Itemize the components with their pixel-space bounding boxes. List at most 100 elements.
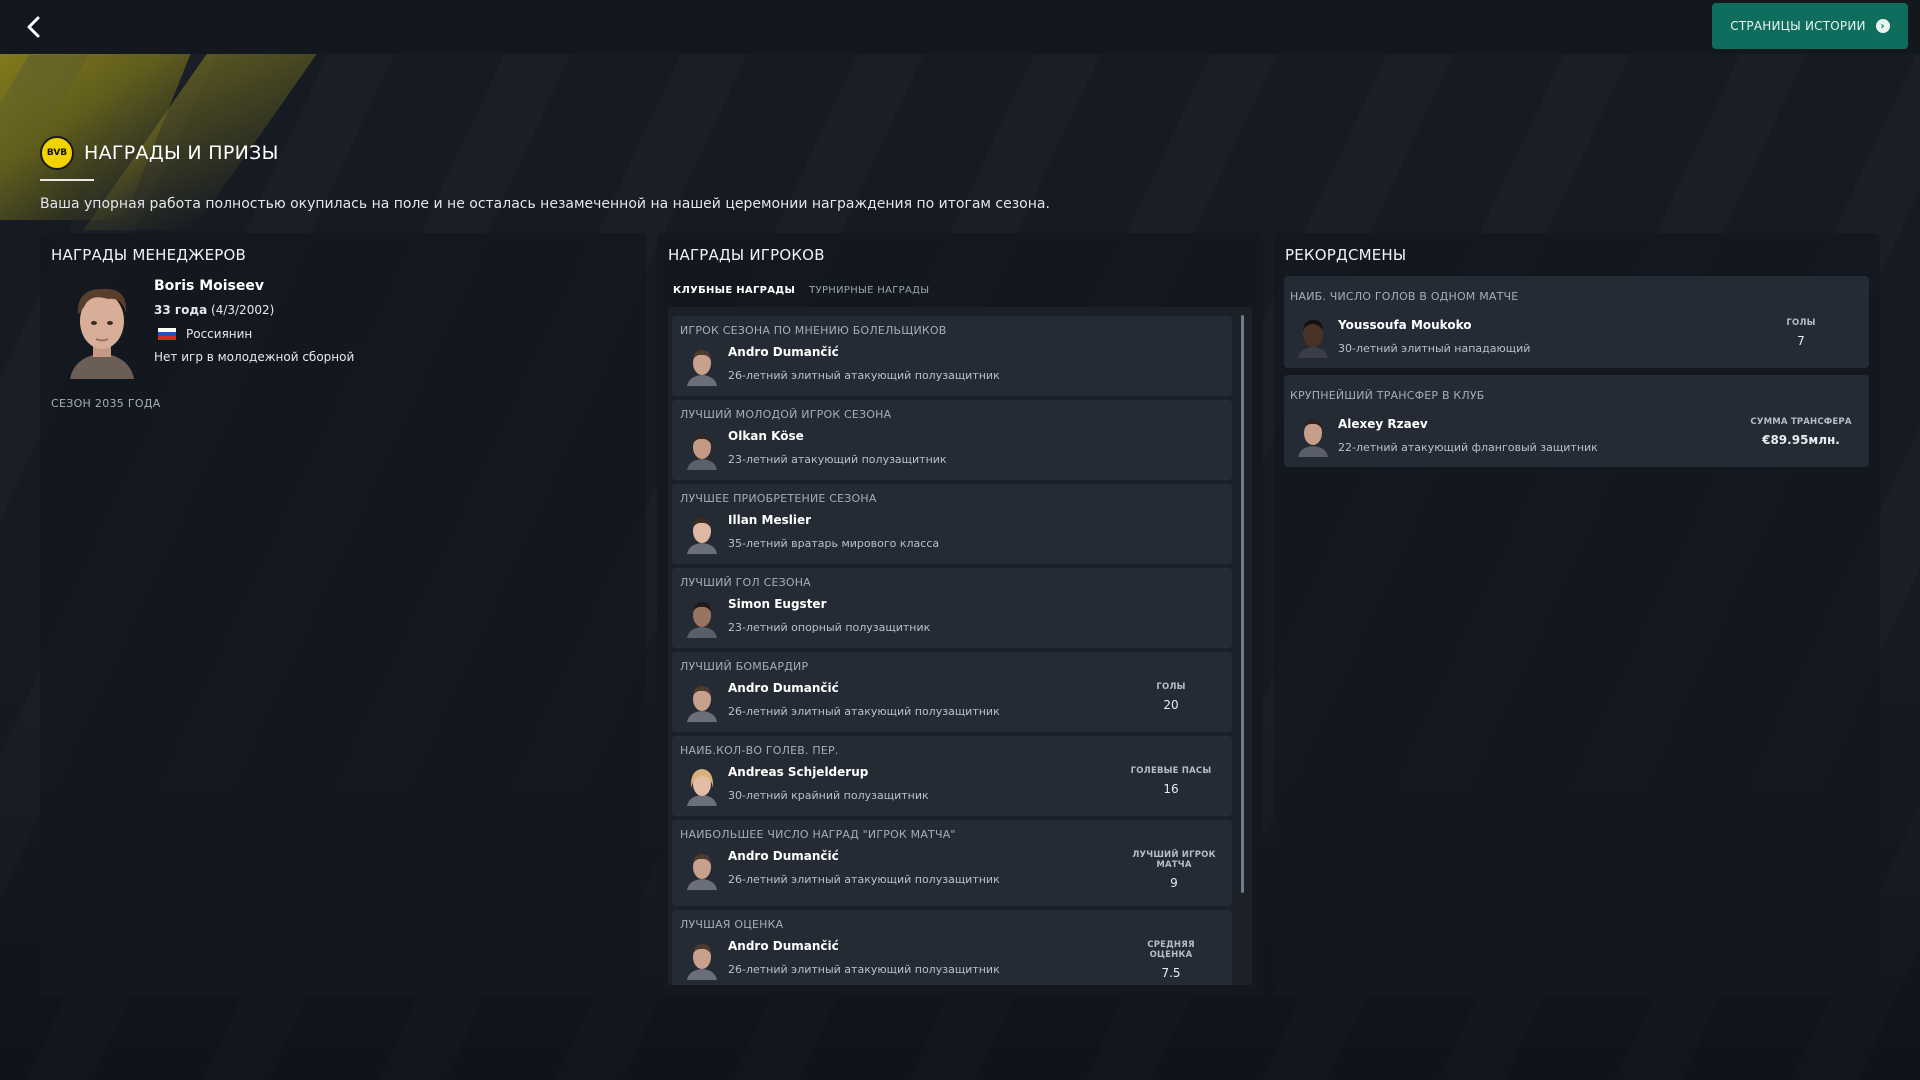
- manager-awards-panel: НАГРАДЫ МЕНЕДЖЕРОВ Boris Moiseev 33 года…: [40, 233, 646, 997]
- player-avatar: [687, 944, 717, 980]
- stat-label: СУММА ТРАНСФЕРА: [1750, 417, 1852, 427]
- panel-title: НАГРАДЫ ИГРОКОВ: [668, 246, 825, 264]
- player-awards-panel: НАГРАДЫ ИГРОКОВ КЛУБНЫЕ НАГРАДЫ ТУРНИРНЫ…: [657, 233, 1263, 997]
- story-pages-button[interactable]: СТРАНИЦЫ ИСТОРИИ ›: [1712, 3, 1908, 49]
- player-name[interactable]: Andro Dumančić: [728, 849, 839, 863]
- player-description: 26-летний элитный атакующий полузащитник: [728, 369, 1000, 382]
- title-underline: [40, 179, 94, 181]
- manager-avatar: [70, 288, 134, 379]
- award-title: ЛУЧШИЙ БОМБАРДИР: [680, 660, 809, 673]
- player-name[interactable]: Alexey Rzaev: [1338, 417, 1428, 431]
- award-title: НАИБОЛЬШЕЕ ЧИСЛО НАГРАД "ИГРОК МАТЧА": [680, 828, 956, 841]
- arrow-right-circle-icon: ›: [1875, 19, 1890, 33]
- back-button[interactable]: [18, 11, 50, 43]
- top-bar: СТРАНИЦЫ ИСТОРИИ ›: [0, 0, 1920, 54]
- panel-title: НАГРАДЫ МЕНЕДЖЕРОВ: [51, 246, 246, 264]
- stat-value: 20: [1163, 698, 1179, 712]
- award-card[interactable]: ЛУЧШИЙ БОМБАРДИР Andro Dumančić 26-летни…: [672, 652, 1232, 732]
- record-card[interactable]: КРУПНЕЙШИЙ ТРАНСФЕР В КЛУБ Alexey Rzaev …: [1284, 375, 1869, 467]
- player-name[interactable]: Illan Meslier: [728, 513, 811, 527]
- scrollbar[interactable]: [1241, 315, 1244, 893]
- player-name[interactable]: Olkan Köse: [728, 429, 804, 443]
- player-description: 35-летний вратарь мирового класса: [728, 537, 940, 550]
- tab-tournament-awards[interactable]: ТУРНИРНЫЕ НАГРАДЫ: [809, 285, 929, 296]
- award-title: ЛУЧШИЙ МОЛОДОЙ ИГРОК СЕЗОНА: [680, 408, 892, 421]
- player-description: 23-летний атакующий полузащитник: [728, 453, 947, 466]
- manager-nationality: Россиянин: [154, 327, 252, 341]
- manager-dob: (4/3/2002): [211, 303, 275, 317]
- stat-block: ЛУЧШИЙ ИГРОК МАТЧА 9: [1132, 850, 1216, 890]
- chevron-left-icon: [27, 16, 40, 38]
- player-avatar: [687, 602, 717, 638]
- award-card[interactable]: ИГРОК СЕЗОНА ПО МНЕНИЮ БОЛЕЛЬЩИКОВ Andro…: [672, 316, 1232, 396]
- award-card[interactable]: ЛУЧШАЯ ОЦЕНКА Andro Dumančić 26-летний э…: [672, 910, 1232, 985]
- stat-block: ГОЛЫ 20: [1126, 682, 1216, 712]
- award-card[interactable]: НАИБОЛЬШЕЕ ЧИСЛО НАГРАД "ИГРОК МАТЧА" An…: [672, 820, 1232, 906]
- panel-title: РЕКОРДСМЕНЫ: [1285, 246, 1407, 264]
- player-avatar: [687, 769, 717, 806]
- stat-label: ГОЛЫ: [1156, 682, 1186, 692]
- player-name[interactable]: Youssoufa Moukoko: [1338, 318, 1471, 332]
- award-title: ЛУЧШАЯ ОЦЕНКА: [680, 918, 784, 931]
- player-avatar: [687, 854, 717, 890]
- record-title: КРУПНЕЙШИЙ ТРАНСФЕР В КЛУБ: [1290, 389, 1485, 402]
- manager-age: 33 года (4/3/2002): [154, 303, 274, 317]
- story-pages-label: СТРАНИЦЫ ИСТОРИИ: [1730, 19, 1866, 33]
- record-title: НАИБ. ЧИСЛО ГОЛОВ В ОДНОМ МАТЧЕ: [1290, 290, 1519, 303]
- award-tabs: КЛУБНЫЕ НАГРАДЫ ТУРНИРНЫЕ НАГРАДЫ: [673, 285, 929, 296]
- russia-flag-icon: [158, 328, 176, 340]
- stat-value: 7.5: [1161, 966, 1181, 980]
- award-title: ИГРОК СЕЗОНА ПО МНЕНИЮ БОЛЕЛЬЩИКОВ: [680, 324, 947, 337]
- stat-value: 7: [1797, 334, 1805, 348]
- player-description: 22-летний атакующий фланговый защитник: [1338, 441, 1598, 454]
- player-avatar: [687, 350, 717, 386]
- player-name[interactable]: Andro Dumančić: [728, 681, 839, 695]
- player-avatar: [687, 434, 717, 470]
- player-description: 30-летний элитный нападающий: [1338, 342, 1531, 355]
- stat-label: ГОЛЕВЫЕ ПАСЫ: [1130, 766, 1212, 776]
- stat-value: €89.95млн.: [1762, 433, 1840, 447]
- stat-label: СРЕДНЯЯ ОЦЕНКА: [1147, 940, 1195, 960]
- player-description: 26-летний элитный атакующий полузащитник: [728, 873, 1000, 886]
- season-label: СЕЗОН 2035 ГОДА: [51, 397, 161, 410]
- stat-block: СРЕДНЯЯ ОЦЕНКА 7.5: [1126, 940, 1216, 980]
- nationality-label: Россиянин: [186, 327, 253, 341]
- player-name[interactable]: Andro Dumančić: [728, 345, 839, 359]
- stat-label: ГОЛЫ: [1786, 318, 1816, 328]
- player-description: 26-летний элитный атакующий полузащитник: [728, 963, 1000, 976]
- award-card[interactable]: ЛУЧШИЙ МОЛОДОЙ ИГРОК СЕЗОНА Olkan Köse 2…: [672, 400, 1232, 480]
- award-title: ЛУЧШЕЕ ПРИОБРЕТЕНИЕ СЕЗОНА: [680, 492, 877, 505]
- stat-value: 16: [1163, 782, 1179, 796]
- tab-club-awards[interactable]: КЛУБНЫЕ НАГРАДЫ: [673, 285, 795, 296]
- player-description: 30-летний крайний полузащитник: [728, 789, 929, 802]
- player-name[interactable]: Andreas Schjelderup: [728, 765, 868, 779]
- page-subtitle: Ваша упорная работа полностью окупилась …: [40, 196, 1050, 212]
- club-badge-icon: BVB: [40, 136, 74, 170]
- stat-block: ГОЛЫ 7: [1741, 318, 1861, 348]
- awards-list[interactable]: ИГРОК СЕЗОНА ПО МНЕНИЮ БОЛЕЛЬЩИКОВ Andro…: [668, 307, 1252, 985]
- stat-block: ГОЛЕВЫЕ ПАСЫ 16: [1126, 766, 1216, 796]
- award-card[interactable]: ЛУЧШИЙ ГОЛ СЕЗОНА Simon Eugster 23-летни…: [672, 568, 1232, 648]
- stat-label: ЛУЧШИЙ ИГРОК МАТЧА: [1132, 850, 1216, 870]
- player-description: 26-летний элитный атакующий полузащитник: [728, 705, 1000, 718]
- player-name[interactable]: Andro Dumančić: [728, 939, 839, 953]
- page-heading: BVB НАГРАДЫ И ПРИЗЫ: [40, 136, 279, 170]
- player-description: 23-летний опорный полузащитник: [728, 621, 931, 634]
- stat-block: СУММА ТРАНСФЕРА €89.95млн.: [1741, 417, 1861, 447]
- player-avatar: [1298, 320, 1328, 358]
- award-card[interactable]: ЛУЧШЕЕ ПРИОБРЕТЕНИЕ СЕЗОНА Illan Meslier…: [672, 484, 1232, 564]
- page-title: НАГРАДЫ И ПРИЗЫ: [84, 142, 279, 164]
- manager-age-years: 33 года: [154, 303, 208, 317]
- player-name[interactable]: Simon Eugster: [728, 597, 827, 611]
- stat-value: 9: [1170, 876, 1178, 890]
- records-panel: РЕКОРДСМЕНЫ НАИБ. ЧИСЛО ГОЛОВ В ОДНОМ МА…: [1274, 233, 1880, 997]
- award-title: НАИБ.КОЛ-ВО ГОЛЕВ. ПЕР.: [680, 744, 839, 757]
- player-avatar: [687, 686, 717, 722]
- manager-name[interactable]: Boris Moiseev: [154, 278, 264, 294]
- manager-youth-caps: Нет игр в молодежной сборной: [154, 350, 355, 364]
- record-card[interactable]: НАИБ. ЧИСЛО ГОЛОВ В ОДНОМ МАТЧЕ Youssouf…: [1284, 276, 1869, 368]
- award-card[interactable]: НАИБ.КОЛ-ВО ГОЛЕВ. ПЕР. Andreas Schjelde…: [672, 736, 1232, 816]
- player-avatar: [1298, 419, 1328, 457]
- player-avatar: [687, 518, 717, 554]
- award-title: ЛУЧШИЙ ГОЛ СЕЗОНА: [680, 576, 811, 589]
